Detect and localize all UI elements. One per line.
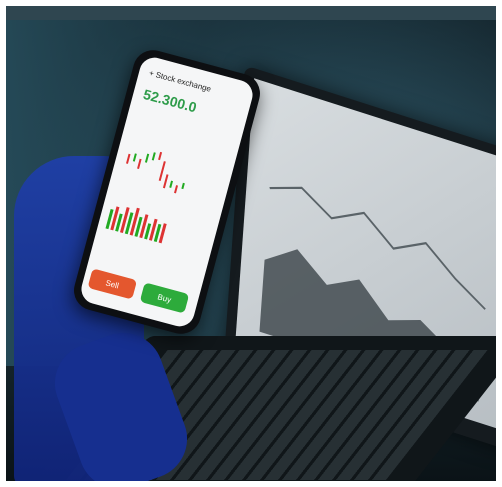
phone-chart <box>105 151 185 244</box>
buy-button: Buy <box>139 282 190 314</box>
candlesticks <box>126 151 185 194</box>
sell-button: Sell <box>87 268 138 300</box>
phone-price: 52.300.0 <box>141 85 199 116</box>
top-border <box>6 6 496 20</box>
volume-bars <box>105 206 167 244</box>
image-frame: + Stock exchange 52.300.0 Sell Buy <box>0 0 502 487</box>
photo: + Stock exchange 52.300.0 Sell Buy <box>6 6 496 481</box>
